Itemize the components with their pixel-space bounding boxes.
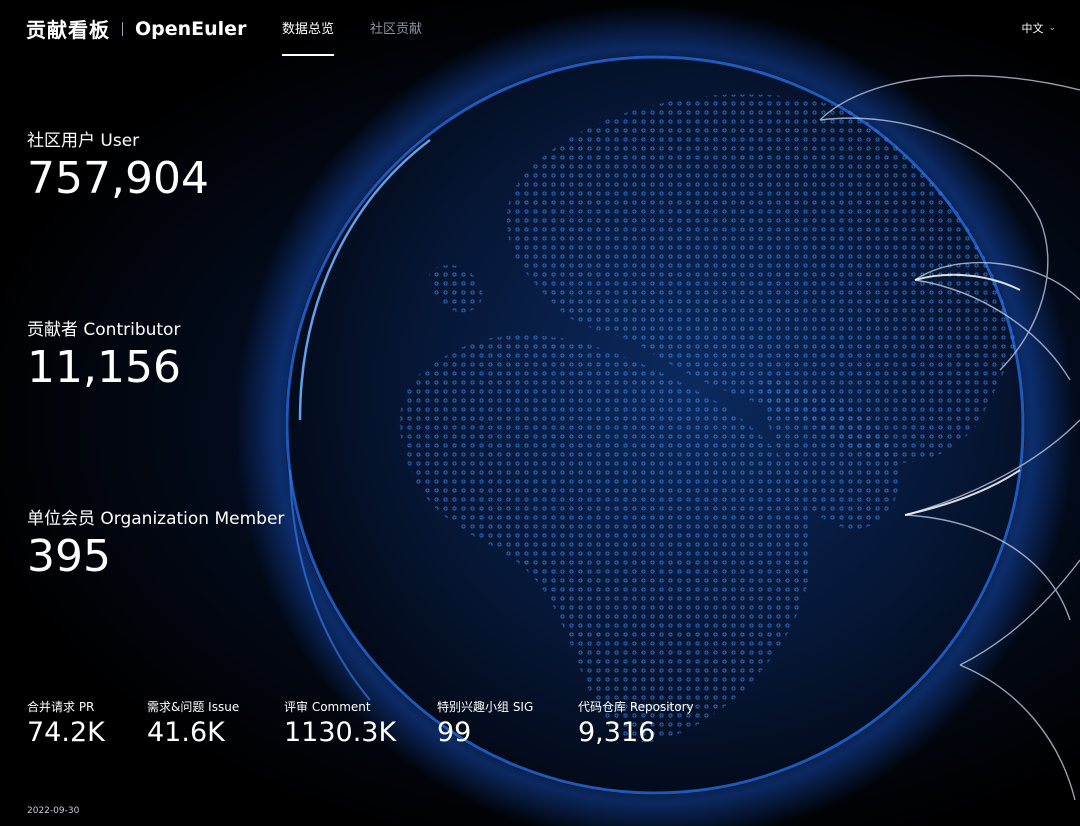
stat-label: 合并请求 PR <box>27 700 95 714</box>
stat-repository: 代码仓库 Repository 9,316 <box>578 698 718 748</box>
stat-pr: 合并请求 PR 74.2K <box>27 698 147 748</box>
stat-sig: 特别兴趣小组 SIG 99 <box>437 698 578 748</box>
metric-user: 社区用户 User 757,904 <box>27 126 209 203</box>
tab-community-contribution[interactable]: 社区贡献 <box>370 18 422 56</box>
tab-data-overview[interactable]: 数据总览 <box>282 18 335 56</box>
stat-label: 需求&问题 Issue <box>147 700 240 714</box>
stat-label: 评审 Comment <box>284 700 371 714</box>
metric-value: 11,156 <box>27 342 181 393</box>
stat-label: 特别兴趣小组 SIG <box>437 700 534 714</box>
language-selector[interactable]: 中文 ⌄ <box>1021 20 1056 36</box>
brand[interactable]: 贡献看板 OpenEuler <box>26 14 246 43</box>
chevron-down-icon: ⌄ <box>1048 23 1056 33</box>
metric-contributor: 贡献者 Contributor 11,156 <box>27 315 181 392</box>
data-date: 2022-09-30 <box>27 806 80 816</box>
stat-value: 99 <box>437 717 472 748</box>
brand-divider <box>122 21 123 36</box>
stat-label: 代码仓库 Repository <box>578 700 694 714</box>
stat-value: 9,316 <box>578 717 656 748</box>
openeuler-logo: OpenEuler <box>135 17 247 40</box>
stat-value: 41.6K <box>147 717 225 748</box>
metric-label: 社区用户 User <box>27 131 140 151</box>
metric-organization: 单位会员 Organization Member 395 <box>27 504 284 581</box>
top-header: 贡献看板 OpenEuler 数据总览 社区贡献 中文 ⌄ <box>0 0 1080 56</box>
stat-issue: 需求&问题 Issue 41.6K <box>147 698 284 748</box>
language-label: 中文 <box>1021 22 1044 35</box>
stat-comment: 评审 Comment 1130.3K <box>284 698 437 748</box>
stat-value: 74.2K <box>27 717 105 748</box>
metric-label: 贡献者 Contributor <box>27 320 181 340</box>
brand-title: 贡献看板 <box>26 18 110 42</box>
metric-value: 395 <box>27 531 111 582</box>
stats-row: 合并请求 PR 74.2K 需求&问题 Issue 41.6K 评审 Comme… <box>27 698 718 748</box>
stat-value: 1130.3K <box>284 717 397 748</box>
main-nav: 数据总览 社区贡献 <box>282 18 458 56</box>
dashboard-stage: 贡献看板 OpenEuler 数据总览 社区贡献 中文 ⌄ 社区用户 User … <box>0 0 1080 826</box>
metric-value: 757,904 <box>27 153 209 204</box>
metric-label: 单位会员 Organization Member <box>27 509 285 529</box>
